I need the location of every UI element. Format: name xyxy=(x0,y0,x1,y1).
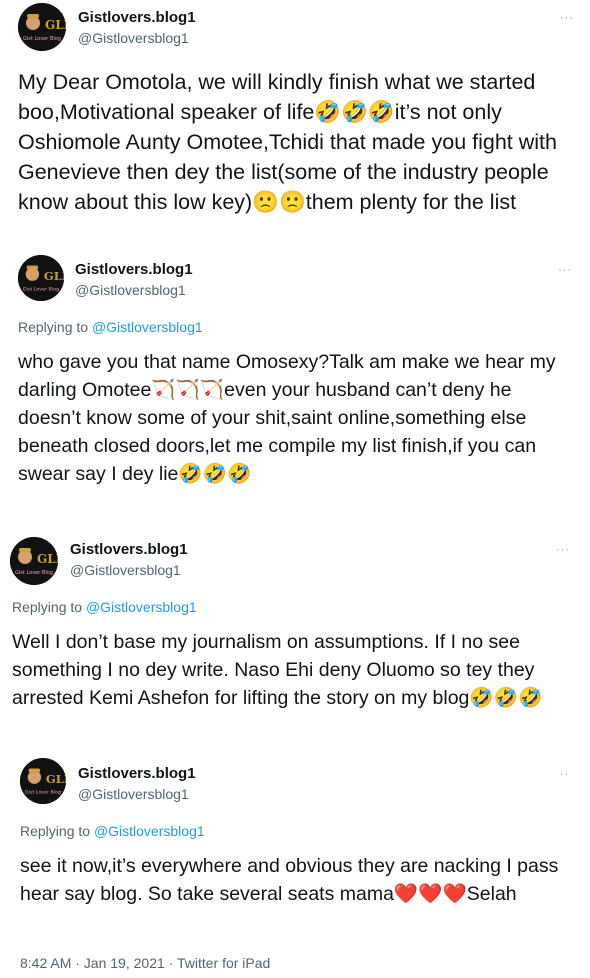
svg-text:GLB: GLB xyxy=(45,18,66,32)
avatar[interactable]: GLB Gist Lover Blog xyxy=(18,3,66,51)
svg-text:Gist Lover Blog: Gist Lover Blog xyxy=(15,570,53,576)
svg-text:Gist Lover Blog: Gist Lover Blog xyxy=(23,36,61,42)
more-options-icon[interactable]: ··· xyxy=(556,545,570,556)
author-name[interactable]: Gistlovers.blog1 xyxy=(78,765,196,782)
author-name[interactable]: Gistlovers.blog1 xyxy=(78,9,196,26)
tweet-text: Well I don’t base my journalism on assum… xyxy=(12,631,543,709)
avatar[interactable]: GLB Gist Lover Blog xyxy=(18,255,64,301)
avatar[interactable]: GLB Gist Lover Blog xyxy=(10,537,58,585)
replying-to: Replying to @Gistloversblog1 xyxy=(18,319,203,335)
author-handle[interactable]: @Gistloversblog1 xyxy=(78,30,189,46)
gistlovers-logo-icon: GLB Gist Lover Blog xyxy=(10,537,58,585)
tweet-text: see it now,it’s everywhere and obvious t… xyxy=(20,855,559,905)
tweet-thread-screen: { "tweets": [ { "name": "Gistlovers.blog… xyxy=(0,0,590,978)
svg-text:GLB: GLB xyxy=(46,772,66,786)
tweet-3[interactable]: GLB Gist Lover Blog Gistlovers.blog1 @Gi… xyxy=(0,530,590,755)
replying-to-mention-link[interactable]: @Gistloversblog1 xyxy=(94,823,205,839)
more-options-icon[interactable]: ··· xyxy=(558,265,572,276)
replying-to-label: Replying to xyxy=(20,823,94,839)
author-handle[interactable]: @Gistloversblog1 xyxy=(78,786,189,802)
tweet-2[interactable]: GLB Gist Lover Blog Gistlovers.blog1 @Gi… xyxy=(0,250,590,530)
replying-to-label: Replying to xyxy=(18,319,92,335)
more-options-icon[interactable]: ·· xyxy=(560,769,569,780)
svg-text:GLB: GLB xyxy=(37,552,58,566)
tweet-text: My Dear Omotola, we will kindly finish w… xyxy=(18,70,557,214)
tweet-text: who gave you that name Omosexy?Talk am m… xyxy=(18,351,556,485)
gistlovers-logo-icon: GLB Gist Lover Blog xyxy=(20,758,66,804)
replying-to-mention-link[interactable]: @Gistloversblog1 xyxy=(86,599,197,615)
svg-text:Gist Lover Blog: Gist Lover Blog xyxy=(25,789,61,795)
author-handle[interactable]: @Gistloversblog1 xyxy=(70,562,181,578)
author-name[interactable]: Gistlovers.blog1 xyxy=(75,261,193,278)
tweet-4[interactable]: GLB Gist Lover Blog Gistlovers.blog1 @Gi… xyxy=(0,755,590,950)
tweet-timestamp[interactable]: 8:42 AM · Jan 19, 2021 · Twitter for iPa… xyxy=(20,955,270,971)
replying-to: Replying to @Gistloversblog1 xyxy=(20,823,205,839)
replying-to-mention-link[interactable]: @Gistloversblog1 xyxy=(92,319,203,335)
svg-text:GLB: GLB xyxy=(44,269,64,283)
svg-text:Gist Lover Blog: Gist Lover Blog xyxy=(23,286,59,292)
more-options-icon[interactable]: ··· xyxy=(560,13,574,24)
avatar[interactable]: GLB Gist Lover Blog xyxy=(20,758,66,804)
gistlovers-logo-icon: GLB Gist Lover Blog xyxy=(18,255,64,301)
gistlovers-logo-icon: GLB Gist Lover Blog xyxy=(18,3,66,51)
replying-to-label: Replying to xyxy=(12,599,86,615)
replying-to: Replying to @Gistloversblog1 xyxy=(12,599,197,615)
author-name[interactable]: Gistlovers.blog1 xyxy=(70,541,188,558)
tweet-1[interactable]: GLB Gist Lover Blog Gistlovers.blog1 @Gi… xyxy=(0,0,590,250)
author-handle[interactable]: @Gistloversblog1 xyxy=(75,282,186,298)
